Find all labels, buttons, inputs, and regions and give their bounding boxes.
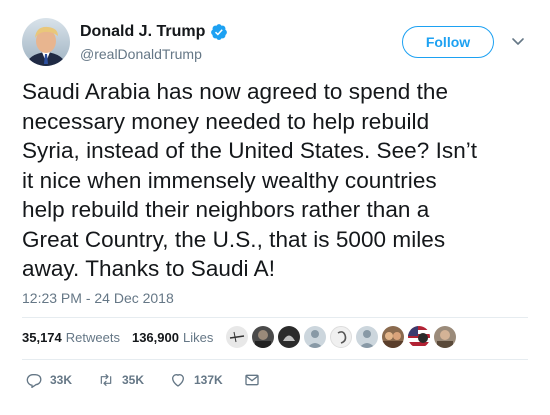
- follow-button[interactable]: Follow: [402, 26, 494, 58]
- tweet-text-line: it nice when immensely wealthy countries: [22, 167, 437, 193]
- liker-avatar[interactable]: [382, 326, 404, 348]
- tweet-stats: 35,174 Retweets 136,900 Likes: [22, 330, 213, 345]
- liker-avatar[interactable]: [330, 326, 352, 348]
- retweets-label[interactable]: Retweets: [66, 330, 120, 345]
- liker-avatar[interactable]: [356, 326, 378, 348]
- author-display-name[interactable]: Donald J. Trump: [80, 22, 205, 42]
- author-avatar[interactable]: [22, 18, 70, 66]
- reply-button[interactable]: 33K: [26, 372, 98, 388]
- tweet-card: Donald J. Trump @realDonaldTrump Follow …: [0, 0, 550, 415]
- reply-count: 33K: [50, 373, 73, 387]
- likers-facepile: [226, 326, 460, 348]
- divider: [22, 317, 528, 318]
- retweet-icon: [100, 374, 112, 386]
- tweet-text-line: away. Thanks to Saudi A!: [22, 256, 276, 281]
- like-button[interactable]: 137K: [170, 372, 244, 388]
- likes-count[interactable]: 136,900: [132, 330, 179, 345]
- tweet-text: Saudi Arabia has now agreed to spend the…: [22, 77, 542, 284]
- liker-avatar[interactable]: [226, 326, 248, 348]
- verified-badge-icon: [210, 23, 228, 41]
- liker-avatar[interactable]: [408, 326, 430, 348]
- tweet-text-line: Saudi Arabia has now agreed to spend the: [22, 79, 449, 104]
- tweet-text-line: help rebuild their neighbors rather than…: [22, 197, 430, 222]
- like-count: 137K: [194, 373, 223, 387]
- author-name-row[interactable]: Donald J. Trump: [80, 22, 228, 42]
- reply-icon: [26, 374, 42, 388]
- tweet-timestamp[interactable]: 12:23 PM - 24 Dec 2018: [22, 290, 174, 306]
- chevron-down-icon[interactable]: [511, 34, 525, 48]
- envelope-icon: [245, 374, 259, 386]
- retweets-count[interactable]: 35,174: [22, 330, 62, 345]
- liker-avatar[interactable]: [304, 326, 326, 348]
- divider: [22, 359, 528, 360]
- liker-avatar[interactable]: [252, 326, 274, 348]
- tweet-text-line: necessary money needed to help rebuild: [22, 108, 430, 134]
- likes-label[interactable]: Likes: [183, 330, 213, 345]
- tweet-actions: 33K 35K 137K: [26, 372, 260, 388]
- heart-icon: [171, 373, 185, 387]
- tweet-text-line: Syria, instead of the United States. See…: [22, 138, 478, 163]
- author-handle[interactable]: @realDonaldTrump: [80, 45, 202, 63]
- liker-avatar[interactable]: [434, 326, 456, 348]
- retweet-count: 35K: [122, 373, 145, 387]
- tweet-text-line: Great Country, the U.S., that is 5000 mi…: [22, 226, 446, 252]
- direct-message-button[interactable]: [244, 372, 260, 388]
- liker-avatar[interactable]: [278, 326, 300, 348]
- retweet-button[interactable]: 35K: [98, 372, 170, 388]
